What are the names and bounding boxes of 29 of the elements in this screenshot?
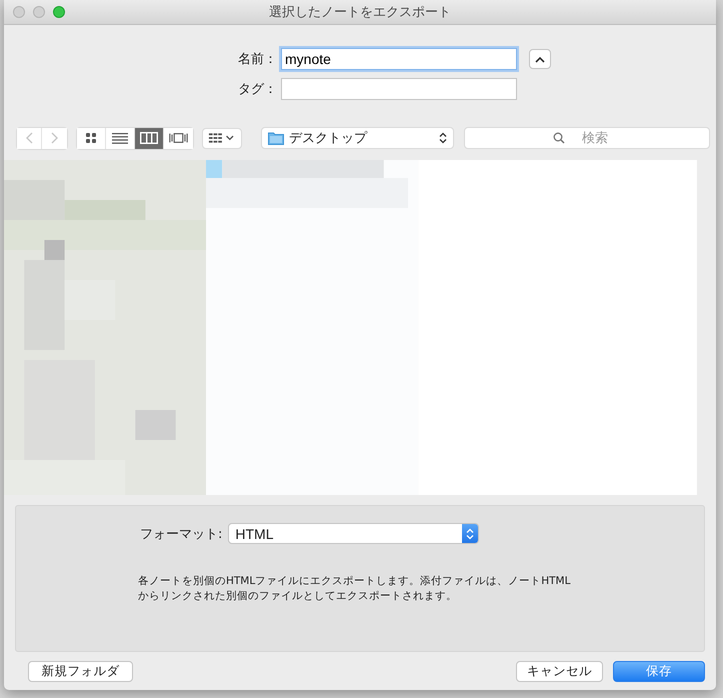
column-view-button[interactable] xyxy=(135,128,164,148)
format-description: 各ノートを別個のHTMLファイルにエクスポートします。添付ファイルは、ノートHTMLからリンクされた別個のファイルとしてエクスポートされます。 xyxy=(138,574,572,604)
cancel-button[interactable]: キャンセル xyxy=(516,661,603,682)
icon-view-button[interactable] xyxy=(77,128,106,148)
format-label: フォーマット: xyxy=(140,526,222,542)
chevron-up-icon xyxy=(535,56,545,62)
field-label: 名前： xyxy=(237,51,277,68)
folder-icon xyxy=(268,131,284,145)
cover-flow-icon xyxy=(169,132,188,144)
search-icon xyxy=(553,132,565,144)
search-field[interactable]: 検索 xyxy=(464,127,710,149)
name-field[interactable]: mynote xyxy=(281,48,517,70)
field-label: タグ： xyxy=(237,81,277,98)
grid-dropdown-icon xyxy=(208,132,236,144)
tag-field[interactable] xyxy=(281,78,517,100)
location-popup[interactable]: デスクトップ xyxy=(260,127,454,149)
collapse-button[interactable] xyxy=(529,49,551,69)
up-down-arrows-icon xyxy=(466,528,474,540)
list-icon xyxy=(112,132,128,144)
grid-icon xyxy=(85,132,97,144)
format-popup[interactable]: HTML xyxy=(228,523,480,544)
chevron-right-icon xyxy=(50,132,58,144)
arrange-button[interactable] xyxy=(202,128,242,148)
zoom-button[interactable] xyxy=(53,6,65,18)
columns-icon xyxy=(140,132,158,144)
up-down-arrows-icon xyxy=(439,132,447,144)
chevron-left-icon xyxy=(25,132,33,144)
window-title: 選択したノートをエクスポート xyxy=(269,4,451,21)
new-folder-button[interactable]: 新規フォルダ xyxy=(28,661,133,682)
